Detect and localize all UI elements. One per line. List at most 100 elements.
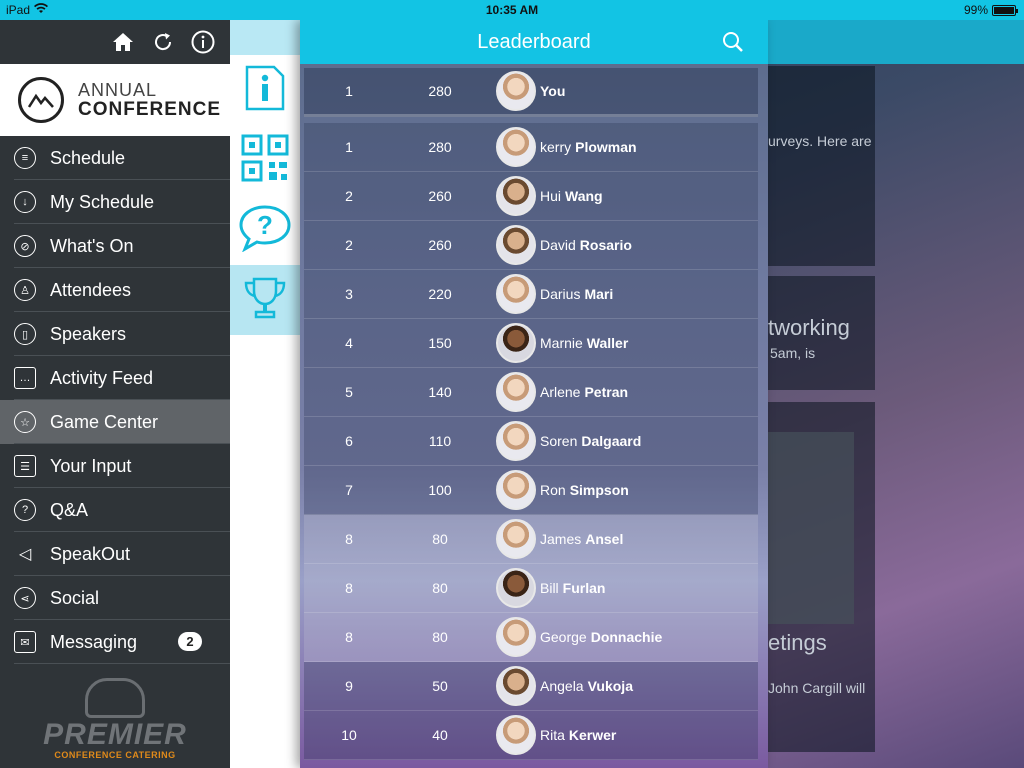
mail-icon: ✉	[14, 631, 36, 653]
sidebar-toolbar	[0, 20, 230, 64]
avatar	[496, 421, 536, 461]
rank: 4	[345, 335, 353, 351]
rank: 9	[345, 678, 353, 694]
logo-line-2: CONFERENCE	[78, 98, 222, 120]
qr-code-icon	[241, 134, 289, 187]
user: Arlene Petran	[486, 372, 628, 412]
user: James Ansel	[486, 519, 623, 559]
last-name: Simpson	[569, 482, 629, 498]
last-name: Donnachie	[590, 629, 663, 645]
sidebar-item-social[interactable]: ⋖ Social	[0, 576, 230, 620]
user: Soren Dalgaard	[486, 421, 641, 461]
leaderboard-title: Leaderboard	[477, 30, 591, 53]
leaderboard-row[interactable]: 2 260 Hui Wang	[304, 172, 758, 221]
user-name: You	[540, 83, 566, 99]
app-logo: ANNUAL CONFERENCE	[0, 64, 230, 136]
rank: 2	[345, 237, 353, 253]
sidebar-item-speakers[interactable]: ▯ Speakers	[0, 312, 230, 356]
sidebar-item-label: Game Center	[50, 411, 159, 432]
rank: 1	[345, 139, 353, 155]
leaderboard-row[interactable]: 3 220 Darius Mari	[304, 270, 758, 319]
avatar	[496, 176, 536, 216]
first-name: Bill	[540, 580, 559, 596]
first-name: Hui	[540, 188, 562, 204]
status-time: 10:35 AM	[485, 3, 539, 17]
sidebar-item-game-center[interactable]: ☆ Game Center	[0, 400, 230, 444]
user: Marnie Waller	[486, 323, 628, 363]
leaderboard-row[interactable]: 8 80 James Ansel	[304, 515, 758, 564]
rank: 3	[345, 286, 353, 302]
leaderboard-row[interactable]: 8 80 Bill Furlan	[304, 564, 758, 613]
info-document-icon	[244, 64, 286, 117]
points: 50	[432, 678, 448, 694]
leaderboard-row[interactable]: 6 110 Soren Dalgaard	[304, 417, 758, 466]
sponsor-subtitle: CONFERENCE CATERING	[54, 750, 176, 760]
avatar	[496, 323, 536, 363]
rank: 1	[345, 83, 353, 99]
avatar	[496, 127, 536, 167]
leaderboard-row-me[interactable]: 1 280 You	[304, 68, 758, 117]
strip-header	[230, 20, 300, 55]
sidebar-item-speakout[interactable]: ◁ SpeakOut	[0, 532, 230, 576]
last-name: Kerwer	[568, 727, 617, 743]
status-right: 99%	[963, 3, 1018, 17]
leaderboard-row[interactable]: 9 50 Angela Vukoja	[304, 662, 758, 711]
points: 220	[428, 286, 452, 302]
sidebar-item-qa[interactable]: ? Q&A	[0, 488, 230, 532]
sidebar-item-label: Social	[50, 587, 100, 608]
leaderboard-row[interactable]: 8 80 George Donnachie	[304, 613, 758, 662]
first-name: Angela	[540, 678, 584, 694]
home-icon[interactable]	[110, 29, 136, 55]
info-icon[interactable]	[190, 29, 216, 55]
last-name: Ansel	[585, 531, 624, 547]
list-icon: ≡	[14, 147, 36, 169]
points: 140	[428, 384, 452, 400]
battery-percent: 99%	[963, 3, 988, 17]
game-center-tab-strip: ?	[230, 20, 300, 768]
tab-info[interactable]	[230, 55, 300, 125]
logo-mark-icon	[18, 77, 64, 123]
sidebar-item-label: My Schedule	[50, 191, 155, 212]
avatar	[496, 274, 536, 314]
sidebar-item-activity-feed[interactable]: … Activity Feed	[0, 356, 230, 400]
sidebar-item-your-input[interactable]: ☰ Your Input	[0, 444, 230, 488]
leaderboard-row[interactable]: 5 140 Arlene Petran	[304, 368, 758, 417]
leaderboard-header: Leaderboard	[300, 20, 768, 64]
sidebar-item-label: What's On	[50, 235, 134, 256]
tab-quiz[interactable]: ?	[230, 195, 300, 265]
user: Bill Furlan	[486, 568, 605, 608]
last-name: Petran	[584, 384, 629, 400]
user: Darius Mari	[486, 274, 613, 314]
tab-qr-code[interactable]	[230, 125, 300, 195]
leaderboard-row[interactable]: 10 40 Rita Kerwer	[304, 711, 758, 760]
sidebar-item-messaging[interactable]: ✉ Messaging 2	[0, 620, 230, 664]
rank: 2	[345, 188, 353, 204]
avatar	[496, 71, 536, 111]
points: 80	[432, 580, 448, 596]
sidebar-item-schedule[interactable]: ≡ Schedule	[0, 136, 230, 180]
first-name: Ron	[540, 482, 566, 498]
first-name: kerry	[540, 139, 572, 155]
first-name: Rita	[540, 727, 565, 743]
refresh-icon[interactable]	[150, 29, 176, 55]
last-name: Wang	[565, 188, 603, 204]
sidebar-item-attendees[interactable]: ♙ Attendees	[0, 268, 230, 312]
avatar	[496, 225, 536, 265]
points: 260	[428, 237, 452, 253]
first-name: James	[540, 531, 582, 547]
leaderboard-row[interactable]: 1 280 kerry Plowman	[304, 123, 758, 172]
sidebar-item-label: Attendees	[50, 279, 132, 300]
rank: 6	[345, 433, 353, 449]
background-snippet-5: John Cargill will	[768, 680, 866, 696]
leaderboard-row[interactable]: 7 100 Ron Simpson	[304, 466, 758, 515]
last-name: Plowman	[575, 139, 637, 155]
search-icon[interactable]	[722, 31, 744, 53]
battery-icon	[992, 4, 1018, 16]
leaderboard-row[interactable]: 2 260 David Rosario	[304, 221, 758, 270]
sidebar-item-whats-on[interactable]: ⊘ What's On	[0, 224, 230, 268]
user: Rita Kerwer	[486, 715, 616, 755]
tab-leaderboard[interactable]	[230, 265, 300, 335]
points: 40	[432, 727, 448, 743]
sidebar-item-my-schedule[interactable]: ↓ My Schedule	[0, 180, 230, 224]
leaderboard-row[interactable]: 4 150 Marnie Waller	[304, 319, 758, 368]
